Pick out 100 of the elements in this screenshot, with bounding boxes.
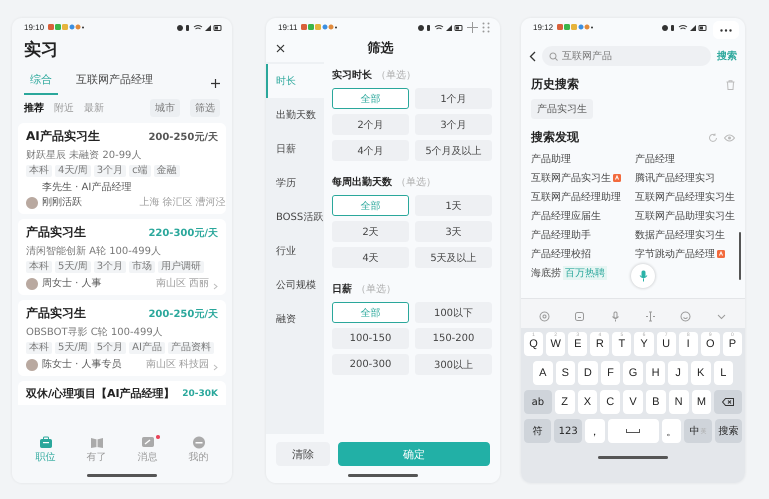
filter-option[interactable]: 5个月及以上 [415, 140, 492, 161]
section-title: 每周出勤天数 [332, 176, 392, 189]
notification-icons [557, 24, 594, 31]
keyboard-key[interactable]: S [556, 361, 576, 385]
clear-button[interactable]: 清除 [276, 442, 330, 466]
clipboard-icon[interactable] [574, 311, 586, 322]
filter-option[interactable]: 2天 [332, 221, 409, 242]
suggestion-item[interactable]: 产品助理 [531, 152, 571, 166]
keyboard-key[interactable]: J [668, 361, 688, 385]
keyboard-key[interactable]: 。 [662, 419, 682, 443]
job-tag: c端 [129, 165, 151, 177]
chevron-icon [213, 283, 218, 290]
more-button[interactable] [713, 21, 739, 39]
filter-option[interactable]: 5天及以上 [415, 247, 492, 268]
job-tag: AI产品 [129, 342, 165, 354]
suggestion-item[interactable]: 字节跳动产品经理 [635, 247, 725, 261]
job-tag: 4天/周 [55, 165, 91, 177]
salary: 200-250元/天 [148, 130, 218, 144]
microphone-icon[interactable] [610, 311, 621, 322]
keyboard-key[interactable]: M [692, 390, 712, 414]
sort-tab[interactable]: 推荐 [24, 101, 44, 115]
keyboard-key[interactable]: D [578, 361, 598, 385]
filter-option[interactable]: 200-300 [332, 354, 409, 375]
search-field[interactable]: 互联网产品 [542, 46, 711, 66]
keyboard-key[interactable]: C [600, 390, 620, 414]
filter-option[interactable]: 100以下 [415, 302, 492, 323]
cursor-icon[interactable] [645, 311, 656, 322]
suggestion-item[interactable]: 互联网产品经理实习生 [635, 190, 735, 204]
grid-icon[interactable] [482, 22, 490, 33]
filter-option[interactable]: 150-200 [415, 328, 492, 349]
suggestion-item[interactable]: 产品经理校招 [531, 247, 591, 261]
filter-category[interactable]: 出勤天数 [266, 98, 324, 132]
suggestion-item[interactable]: 互联网产品实习生 [531, 171, 621, 185]
briefcase-icon [38, 436, 52, 449]
suggestion-item[interactable]: 腾讯产品经理实习 [635, 171, 715, 185]
job-card[interactable]: 产品实习生 220-300元/天 清闲智能创新 A轮 100-499人 本科 5天/周 3个月 市场 用户调研 周女士 · 人事 南山区 西丽 [18, 219, 226, 295]
filter-category[interactable]: 行业 [266, 234, 324, 268]
filter-option[interactable]: 100-150 [332, 328, 409, 349]
job-card[interactable]: AI产品实习生 200-250元/天 财跃星辰 未融资 20-99人 本科 4天/周 3个月 c端 金融 李先生 · AI产品经理 刚刚活跃 上海 徐汇区 漕河泾 [18, 123, 226, 214]
status-time: 19:12 [533, 23, 554, 32]
voice-button[interactable] [631, 264, 655, 288]
filter-option[interactable]: 2个月 [332, 114, 409, 135]
category-tab[interactable]: 互联网产品经理 [70, 71, 159, 95]
filter-option[interactable]: 3个月 [415, 114, 492, 135]
suggestion-item[interactable]: 产品经理助手 [531, 228, 591, 242]
filter-dropdown[interactable]: 城市 [150, 99, 180, 117]
filter-option[interactable]: 1个月 [415, 88, 492, 109]
add-icon[interactable] [211, 78, 220, 88]
eye-icon[interactable] [724, 134, 735, 142]
filter-option[interactable]: 4个月 [332, 140, 409, 161]
filter-category[interactable]: 融资 [266, 302, 324, 336]
status-icons [661, 24, 707, 32]
filter-category[interactable]: 学历 [266, 166, 324, 200]
keyboard-key[interactable] [714, 390, 742, 414]
keyboard-key[interactable]: Z [554, 390, 575, 414]
history-item[interactable]: 产品实习生 [531, 99, 593, 119]
suggestion-item[interactable]: 产品经理应届生 [531, 209, 601, 223]
salary: 200-250元/天 [148, 308, 218, 320]
job-card[interactable]: 产品实习生 200-250元/天 OBSBOT寻影 C轮 100-499人 本科 5天/周 5个月 AI产品 产品资料 陈女士 · 人事专员 南山区 科技园 [18, 300, 226, 376]
search-icon [549, 52, 558, 60]
keyboard-key[interactable]: B [646, 390, 666, 414]
job-card[interactable]: 双休/心理项目【AI产品经理】 20-30K [18, 381, 226, 405]
job-tag: 5天/周 [55, 261, 91, 273]
suggestion-item[interactable]: 产品经理 [635, 152, 675, 166]
keyboard-key[interactable]: X [578, 390, 598, 414]
emoji-icon[interactable] [539, 311, 550, 322]
filter-category[interactable]: 日薪 [266, 132, 324, 166]
filter-dropdown[interactable]: 筛选 [190, 99, 220, 117]
keyboard-key[interactable]: K [690, 361, 710, 385]
refresh-icon[interactable] [708, 132, 718, 142]
keyboard-key[interactable]: ， [584, 419, 605, 443]
suggestion-item[interactable]: 互联网产品经理助理 [531, 190, 621, 204]
active-status: 刚刚活跃 [42, 196, 83, 209]
keyboard-key[interactable]: ab [524, 390, 552, 414]
keyboard-key[interactable]: N [668, 390, 688, 414]
chevron-icon [213, 364, 218, 371]
keyboard-key[interactable]: L [714, 361, 734, 385]
keyboard-key[interactable]: H [646, 361, 666, 385]
book-icon [90, 436, 104, 449]
filter-category[interactable]: BOSS活跃 [266, 200, 324, 234]
smiley-icon[interactable] [680, 311, 692, 322]
keyboard-key[interactable]: A [533, 361, 553, 385]
filter-option[interactable]: 3天 [415, 221, 492, 242]
filter-category[interactable]: 公司规模 [266, 268, 324, 302]
keyboard-key[interactable]: 搜索 [714, 419, 742, 443]
microphone-icon [638, 270, 648, 282]
suggestion-item[interactable]: 互联网产品助理实习生 [635, 209, 735, 223]
keyboard-key[interactable]: G [623, 361, 643, 385]
trash-icon[interactable] [726, 80, 735, 90]
filter-option[interactable]: 4天 [332, 247, 409, 268]
suggestion-item[interactable]: 数据产品经理实习生 [635, 228, 725, 242]
keyboard-key[interactable]: 123 [554, 419, 582, 443]
job-location: 上海 徐汇区 漕河泾 [139, 196, 226, 209]
close-icon[interactable] [276, 44, 285, 52]
keyboard-key[interactable]: V [623, 390, 643, 414]
filter-option[interactable]: 300以上 [415, 354, 492, 375]
keyboard-key[interactable]: 符 [524, 419, 552, 443]
back-icon[interactable] [529, 50, 536, 62]
keyboard-key[interactable]: F [600, 361, 620, 385]
filter-option[interactable]: 1天 [415, 195, 492, 216]
